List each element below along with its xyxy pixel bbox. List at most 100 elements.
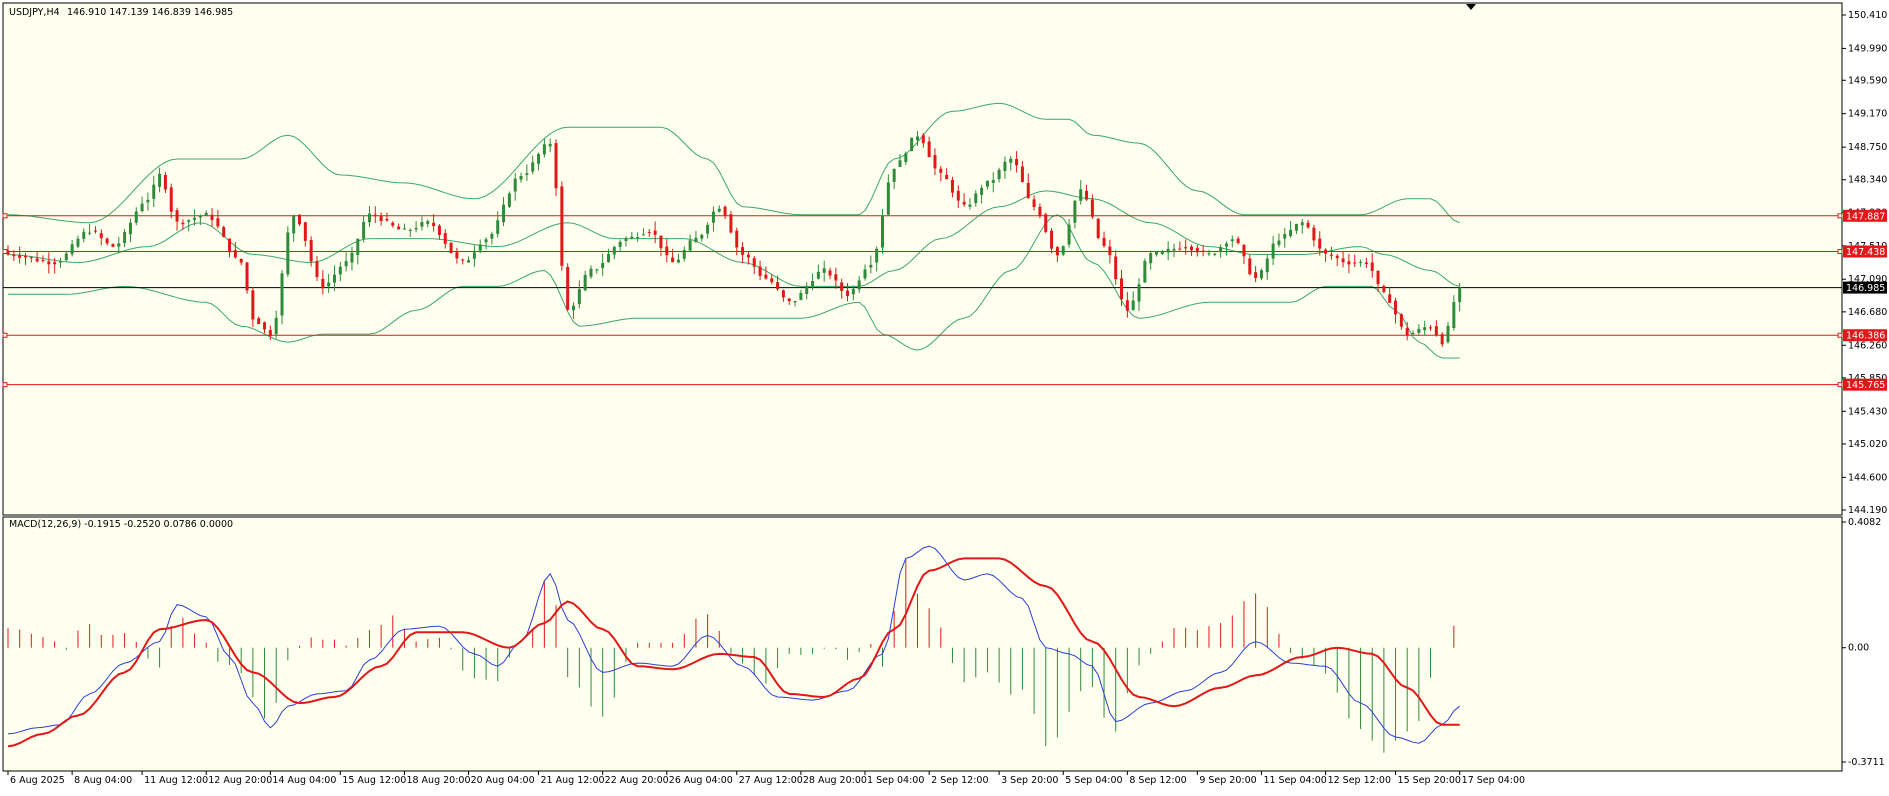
time-tick-label: 8 Sep 12:00 bbox=[1129, 775, 1186, 786]
time-tick-label: 28 Aug 20:00 bbox=[803, 775, 867, 786]
candle-body bbox=[1155, 251, 1159, 255]
candle-body bbox=[828, 270, 832, 276]
candle-body bbox=[601, 262, 605, 269]
level-anchor-left-icon[interactable] bbox=[2, 249, 8, 255]
current-price-tag-label: 146.985 bbox=[1846, 283, 1885, 294]
candle-body bbox=[799, 292, 803, 300]
candle-body bbox=[379, 215, 383, 222]
candle-body bbox=[362, 221, 366, 239]
candle-body bbox=[88, 232, 92, 234]
candle-body bbox=[595, 269, 599, 271]
candle-body bbox=[1289, 229, 1293, 237]
candle-body bbox=[263, 322, 267, 330]
candle-body bbox=[805, 286, 809, 295]
candle-body bbox=[1009, 158, 1013, 163]
candle-body bbox=[292, 215, 296, 234]
symbol-label: USDJPY,H4 bbox=[9, 7, 60, 18]
level-price-tag-label: 146.386 bbox=[1846, 331, 1885, 342]
chart-svg: 150.410 149.990 149.590 149.170 148.750 148.3… bbox=[0, 0, 1889, 792]
candle-body bbox=[1248, 258, 1252, 275]
candle-body bbox=[1003, 161, 1007, 171]
ohlc-label: 146.910 147.139 146.839 146.985 bbox=[67, 7, 233, 18]
candle-body bbox=[251, 290, 255, 320]
candle-body bbox=[274, 317, 278, 335]
candle-body bbox=[612, 247, 616, 255]
candle-body bbox=[589, 268, 593, 277]
price-tick-label: 144.600 bbox=[1848, 472, 1887, 483]
candle-body bbox=[29, 257, 33, 259]
candle-body bbox=[1347, 261, 1351, 265]
candle-body bbox=[1067, 224, 1071, 245]
candle-body bbox=[105, 238, 109, 244]
candle-body bbox=[933, 155, 937, 169]
candle-body bbox=[758, 266, 762, 276]
level-anchor-right-icon[interactable] bbox=[1837, 249, 1843, 255]
price-tick-label: 150.410 bbox=[1848, 10, 1887, 21]
candle-body bbox=[1032, 199, 1036, 207]
level-anchor-right-icon[interactable] bbox=[1837, 213, 1843, 219]
candle-body bbox=[286, 232, 290, 275]
candle-body bbox=[606, 253, 610, 263]
candle-body bbox=[1050, 230, 1054, 249]
candle-body bbox=[822, 268, 826, 273]
candle-body bbox=[1429, 327, 1433, 329]
candle-body bbox=[169, 187, 173, 212]
candle-body bbox=[268, 329, 272, 336]
candle-body bbox=[181, 222, 185, 225]
candle-body bbox=[1020, 166, 1024, 183]
candle-body bbox=[367, 213, 371, 223]
level-anchor-left-icon[interactable] bbox=[2, 332, 8, 338]
candle-body bbox=[554, 143, 558, 189]
candle-body bbox=[1061, 246, 1065, 255]
candle-body bbox=[222, 227, 226, 238]
candle-body bbox=[443, 233, 447, 244]
candle-body bbox=[846, 290, 850, 296]
candle-body bbox=[537, 153, 541, 164]
time-tick-label: 12 Aug 20:00 bbox=[208, 775, 272, 786]
candle-body bbox=[641, 234, 645, 236]
candle-body bbox=[1207, 253, 1211, 255]
macd-tick-label: 0.00 bbox=[1848, 643, 1869, 654]
candle-body bbox=[863, 269, 867, 279]
candle-body bbox=[198, 215, 202, 218]
candle-body bbox=[1044, 214, 1048, 232]
candle-body bbox=[1382, 286, 1386, 293]
time-tick-label: 11 Aug 12:00 bbox=[144, 775, 208, 786]
candle-body bbox=[1172, 248, 1176, 251]
candle-body bbox=[1213, 253, 1217, 255]
macd-indicator-label: MACD(12,26,9) -0.1915 -0.2520 0.0786 0.0… bbox=[9, 519, 233, 530]
candle-body bbox=[729, 214, 733, 233]
candle-body bbox=[332, 274, 336, 283]
candle-body bbox=[134, 211, 138, 223]
candle-body bbox=[921, 135, 925, 144]
candle-body bbox=[1423, 327, 1427, 331]
candle-body bbox=[1201, 250, 1205, 252]
candle-body bbox=[985, 180, 989, 187]
candle-body bbox=[980, 187, 984, 195]
candle-body bbox=[303, 222, 307, 241]
candle-body bbox=[18, 254, 22, 258]
level-anchor-right-icon[interactable] bbox=[1837, 382, 1843, 388]
candle-body bbox=[945, 174, 949, 180]
macd-panel[interactable] bbox=[2, 516, 1843, 772]
candle-body bbox=[245, 262, 249, 291]
level-anchor-left-icon[interactable] bbox=[2, 382, 8, 388]
candle-body bbox=[1079, 189, 1083, 201]
candle-body bbox=[1324, 249, 1328, 254]
time-tick-label: 5 Sep 04:00 bbox=[1065, 775, 1122, 786]
candle-body bbox=[350, 252, 354, 263]
candle-body bbox=[1370, 262, 1374, 271]
candle-body bbox=[904, 153, 908, 163]
level-anchor-left-icon[interactable] bbox=[2, 213, 8, 219]
candle-body bbox=[146, 199, 150, 203]
candle-body bbox=[461, 259, 465, 261]
candle-body bbox=[659, 235, 663, 249]
candle-body bbox=[892, 168, 896, 182]
candle-body bbox=[309, 239, 313, 262]
candle-body bbox=[1300, 222, 1304, 226]
candle-body bbox=[152, 184, 156, 199]
price-tick-label: 148.340 bbox=[1848, 175, 1887, 186]
level-anchor-right-icon[interactable] bbox=[1837, 332, 1843, 338]
candle-body bbox=[1149, 253, 1153, 264]
price-panel[interactable] bbox=[2, 2, 1843, 516]
